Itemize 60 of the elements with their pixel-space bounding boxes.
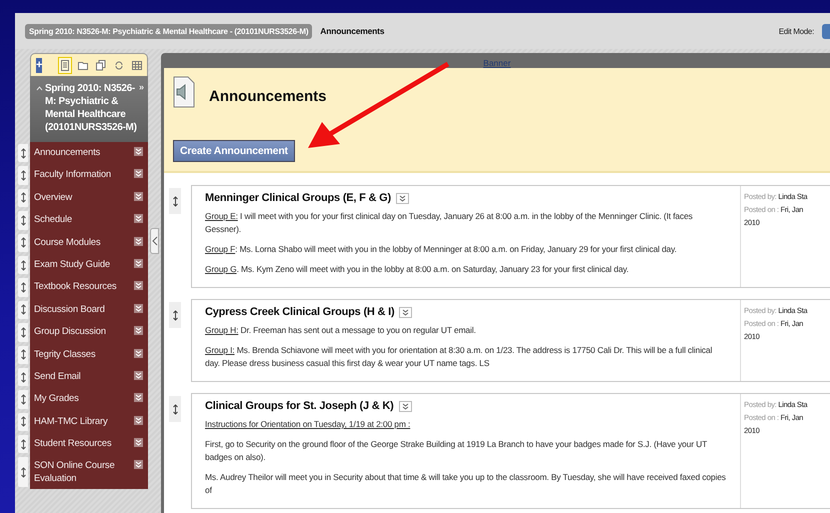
announcement-title: Menninger Clinical Groups (E, F & G): [205, 192, 391, 204]
drag-handle-icon[interactable]: [18, 188, 28, 208]
menu-item[interactable]: HAM-TMC Library: [30, 410, 132, 434]
announcement-title: Clinical Groups for St. Joseph (J & K): [205, 400, 394, 412]
page-breadcrumb: Announcements: [320, 26, 384, 36]
drag-handle-icon[interactable]: [18, 166, 28, 185]
drag-handle-icon[interactable]: [18, 256, 28, 274]
collapse-tab[interactable]: [150, 228, 159, 254]
drag-handle-icon[interactable]: [169, 302, 181, 328]
announcement-title: Cypress Creek Clinical Groups (H & I): [205, 306, 394, 318]
drag-handle-icon[interactable]: [18, 234, 28, 252]
drag-handle-icon[interactable]: [18, 323, 28, 342]
announcement-paragraph: Instructions for Orientation on Tuesday, 1/19 at 2:00 pm :: [205, 418, 412, 431]
course-title: Spring 2010: N3526-M: Psychiatric & Mental Healthcare (20101NURS3526-M): [45, 82, 137, 134]
menu-item[interactable]: Discussion Board: [30, 298, 132, 322]
menu-item[interactable]: SON Online Course Evaluation: [30, 455, 132, 490]
drag-handle-icon[interactable]: [18, 211, 28, 230]
menu-item[interactable]: Textbook Resources: [30, 276, 132, 299]
drag-handle-icon[interactable]: [18, 412, 28, 432]
announcement-paragraph: Group E: I will meet with you for your first clinical day on Tuesday, January 26 at 8:00 a.m. in the lobby of the Menninger Clinic. (It faces Gessner).: [205, 210, 694, 236]
announcement-paragraph: Group F: Ms. Lorna Shabo will meet with you in the lobby of Menninger at 8:00 a.m. on Friday, January 29 for your first clinical day.: [205, 243, 678, 256]
drag-handle-icon[interactable]: [18, 390, 28, 409]
menu-item[interactable]: Group Discussion: [30, 321, 132, 344]
announcement-paragraph: First, go to Security on the ground floor of the George Strake Building at 1919 La Branch to have your badges made for S.J. (Have your UT badges on also).: [205, 438, 708, 464]
menu-item[interactable]: My Grades: [30, 388, 132, 411]
announcement-paragraph: Group I: Ms. Brenda Schiavone will meet with you for orientation at 8:30 a.m. on 1/23. The address is 17750 Cali Dr. This will be a full clinical day. Please dress business casual this first day & wear your UT name tags. LS: [205, 344, 714, 370]
speaker-document-icon: [173, 76, 195, 108]
chevron-down-icon[interactable]: [396, 192, 409, 204]
collapse-caret-icon[interactable]: [36, 85, 43, 91]
menu-item[interactable]: Course Modules: [30, 232, 132, 254]
drag-handle-icon[interactable]: [169, 396, 181, 422]
drag-handle-icon[interactable]: [18, 457, 28, 488]
expand-toggle[interactable]: »: [138, 82, 144, 92]
drag-handle-icon[interactable]: [18, 300, 28, 320]
chevron-down-icon[interactable]: [399, 306, 412, 318]
chevron-left-icon[interactable]: [152, 236, 158, 246]
menu-item[interactable]: Exam Study Guide: [30, 254, 132, 276]
drag-handle-icon[interactable]: [18, 435, 28, 454]
menu-item[interactable]: Schedule: [30, 209, 132, 232]
drag-handle-icon[interactable]: [18, 368, 28, 386]
menu-item[interactable]: Faculty Information: [30, 164, 132, 187]
drag-handle-icon[interactable]: [18, 278, 28, 297]
page-title: Announcements: [209, 88, 327, 105]
menu-item[interactable]: Overview: [30, 186, 132, 210]
menu-item[interactable]: Student Resources: [30, 433, 132, 456]
announcement-paragraph: Group G. Ms. Kym Zeno will meet with you in the lobby at 8:00 a.m. on Saturday, January 23 for your first clinical day.: [205, 263, 630, 276]
announcement-paragraph: Ms. Audrey Theilor will meet you in Security about that time & will take you up to the classroom. By Tuesday, she will have received faxed copies of: [205, 471, 727, 497]
chevron-down-icon[interactable]: [398, 400, 412, 412]
edit-mode-toggle[interactable]: [822, 24, 830, 38]
menu-item[interactable]: Announcements: [30, 142, 132, 164]
menu-item[interactable]: Tegrity Classes: [30, 344, 132, 366]
drag-handle-icon[interactable]: [169, 188, 181, 214]
add-button[interactable]: +: [36, 58, 42, 72]
announcement-paragraph: Group H: Dr. Freeman has sent out a message to you on regular UT email.: [205, 324, 477, 337]
menu-item[interactable]: Send Email: [30, 366, 132, 388]
create-announcement-button[interactable]: Create Announcement: [173, 140, 295, 162]
edit-mode-label: Edit Mode:: [778, 26, 814, 36]
drag-handle-icon[interactable]: [18, 346, 28, 364]
list-view-icon[interactable]: [58, 56, 72, 74]
drag-handle-icon[interactable]: [18, 144, 28, 162]
